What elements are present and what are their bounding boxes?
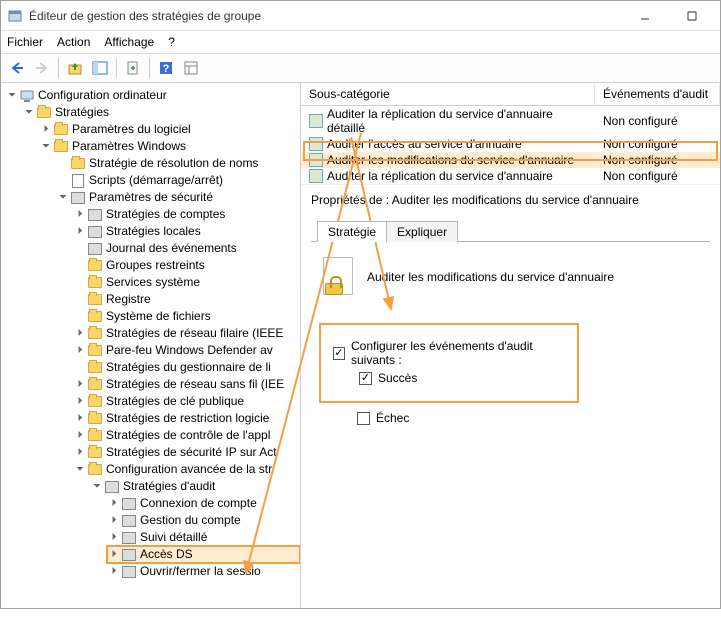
list-row-selected[interactable]: Auditer les modifications du service d'a… — [301, 152, 720, 168]
tree-item-local-policies[interactable]: Stratégies locales — [73, 223, 300, 240]
back-button[interactable] — [5, 56, 29, 80]
tree-item-wireless-network[interactable]: Stratégies de réseau sans fil (IEE — [73, 376, 300, 393]
tree-item-software-restriction[interactable]: Stratégies de restriction logicie — [73, 410, 300, 427]
tree-item-detailed-tracking[interactable]: Suivi détaillé — [107, 529, 300, 546]
menu-file[interactable]: Fichier — [7, 35, 43, 49]
menu-view[interactable]: Affichage — [104, 35, 154, 49]
tree-item-advanced-audit-config[interactable]: Configuration avancée de la str — [73, 461, 300, 478]
tree-item-audit-policies[interactable]: Stratégies d'audit — [90, 478, 300, 495]
checkbox-failure[interactable]: Échec — [357, 411, 702, 425]
properties-heading: Auditer les modifications du service d'a… — [367, 270, 614, 284]
tree-item-event-log[interactable]: Journal des événements — [73, 240, 300, 257]
policy-icon — [309, 153, 323, 167]
tree-item-filesystem[interactable]: Système de fichiers — [73, 308, 300, 325]
up-folder-button[interactable] — [63, 56, 87, 80]
export-button[interactable] — [121, 56, 145, 80]
tree-item-registry[interactable]: Registre — [73, 291, 300, 308]
lock-icon — [319, 257, 355, 297]
help-button[interactable]: ? — [154, 56, 178, 80]
tree-item-ds-access[interactable]: Accès DS — [107, 546, 300, 563]
tab-body: Auditer les modifications du service d'a… — [301, 243, 720, 443]
properties-button[interactable] — [179, 56, 203, 80]
minimize-button[interactable] — [622, 2, 667, 30]
tree-item-wired-network[interactable]: Stratégies de réseau filaire (IEEE — [73, 325, 300, 342]
tree-item-account-management[interactable]: Gestion du compte — [107, 512, 300, 529]
menubar: Fichier Action Affichage ? — [1, 31, 720, 53]
toolbar: ? — [1, 53, 720, 83]
column-subcategory[interactable]: Sous-catégorie — [301, 83, 595, 105]
policy-icon — [309, 114, 323, 128]
tree-item-list-manager[interactable]: Stratégies du gestionnaire de li — [73, 359, 300, 376]
tree-item-restricted-groups[interactable]: Groupes restreints — [73, 257, 300, 274]
menu-action[interactable]: Action — [57, 35, 90, 49]
properties-title: Propriétés de : Auditer les modification… — [301, 184, 720, 215]
window-title: Éditeur de gestion des stratégies de gro… — [29, 9, 622, 23]
titlebar: Éditeur de gestion des stratégies de gro… — [1, 1, 720, 31]
maximize-button[interactable] — [669, 2, 714, 30]
tree-item-app-control[interactable]: Stratégies de contrôle de l'appl — [73, 427, 300, 444]
tree-item-public-key[interactable]: Stratégies de clé publique — [73, 393, 300, 410]
tree-item-name-resolution[interactable]: Stratégie de résolution de noms — [56, 155, 300, 172]
tab-strip: Stratégie Expliquer — [301, 215, 720, 242]
tree-item-security-params[interactable]: Paramètres de sécurité — [56, 189, 300, 206]
policy-icon — [309, 169, 323, 183]
tree-item-system-services[interactable]: Services système — [73, 274, 300, 291]
tree-item-firewall[interactable]: Pare-feu Windows Defender av — [73, 342, 300, 359]
show-pane-button[interactable] — [88, 56, 112, 80]
column-audit-events[interactable]: Événements d'audit — [595, 83, 720, 105]
list-header: Sous-catégorie Événements d'audit — [301, 83, 720, 106]
policy-icon — [309, 137, 323, 151]
tree-item-policies[interactable]: Stratégies — [22, 104, 300, 121]
checkbox-icon — [359, 372, 372, 385]
list-row[interactable]: Auditer l'accès au service d'annuaireNon… — [301, 136, 720, 152]
app-icon — [7, 8, 23, 24]
right-pane: Sous-catégorie Événements d'audit Audite… — [301, 83, 720, 608]
svg-text:?: ? — [163, 63, 170, 75]
tree-item-computer-config[interactable]: Configuration ordinateur — [5, 87, 300, 104]
tree-item-account-policies[interactable]: Stratégies de comptes — [73, 206, 300, 223]
menu-help[interactable]: ? — [168, 35, 175, 49]
tab-explain[interactable]: Expliquer — [387, 221, 458, 242]
checkbox-icon — [333, 347, 345, 360]
checkbox-icon — [357, 412, 370, 425]
list-row[interactable]: Auditer la réplication du service d'annu… — [301, 168, 720, 184]
tree-item-ipsec[interactable]: Stratégies de sécurité IP sur Act — [73, 444, 300, 461]
tab-strategy[interactable]: Stratégie — [317, 221, 387, 242]
checkbox-success[interactable]: Succès — [359, 371, 565, 385]
list-body: Auditer la réplication du service d'annu… — [301, 106, 720, 184]
tree-pane[interactable]: Configuration ordinateur Stratégies Para… — [1, 83, 301, 608]
checkbox-configure-events[interactable]: Configurer les événements d'audit suivan… — [333, 339, 565, 367]
tree-item-scripts[interactable]: Scripts (démarrage/arrêt) — [56, 172, 300, 189]
tree-item-logon-logoff[interactable]: Ouvrir/fermer la sessio — [107, 563, 300, 580]
tree-item-account-logon[interactable]: Connexion de compte — [107, 495, 300, 512]
list-row[interactable]: Auditer la réplication du service d'annu… — [301, 106, 720, 136]
forward-button[interactable] — [30, 56, 54, 80]
config-box-annotation: Configurer les événements d'audit suivan… — [319, 323, 579, 403]
tree-item-software-params[interactable]: Paramètres du logiciel — [39, 121, 300, 138]
tree-item-windows-params[interactable]: Paramètres Windows — [39, 138, 300, 155]
